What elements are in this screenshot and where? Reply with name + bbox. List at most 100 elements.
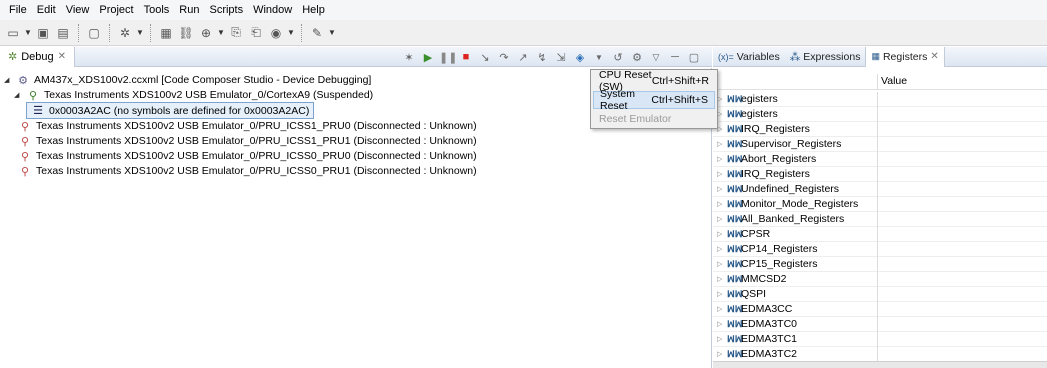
register-row[interactable]: ▷ ꟽꟽ IRQ_Registers	[713, 167, 1047, 182]
collapsed-triangle-icon[interactable]: ▷	[717, 110, 727, 118]
collapsed-triangle-icon[interactable]: ▷	[717, 125, 727, 133]
debug-icon[interactable]: ✲	[116, 24, 134, 42]
menu-tools[interactable]: Tools	[139, 4, 175, 16]
new-icon[interactable]: ▭	[4, 24, 22, 42]
chevron-down-icon[interactable]: ▼	[591, 53, 607, 62]
assembly-step-icon[interactable]: ↯	[534, 51, 550, 64]
step-into-icon[interactable]: ↘	[477, 51, 493, 64]
register-row[interactable]: ▷ ꟽꟽ QSPI	[713, 287, 1047, 302]
register-row[interactable]: ▷ ꟽꟽ EDMA3TC2	[713, 347, 1047, 362]
register-row[interactable]: ▷ ꟽꟽ Undefined_Registers	[713, 182, 1047, 197]
collapsed-triangle-icon[interactable]: ▷	[717, 275, 727, 283]
column-divider[interactable]	[877, 74, 878, 90]
register-row[interactable]: ▷ ꟽꟽ EDMA3CC	[713, 302, 1047, 317]
chevron-down-icon[interactable]: ▼	[287, 24, 295, 42]
menu-view[interactable]: View	[61, 4, 95, 16]
collapsed-triangle-icon[interactable]: ▷	[717, 185, 727, 193]
minimize-icon[interactable]: ─	[667, 51, 683, 63]
collapsed-triangle-icon[interactable]: ▷	[717, 95, 727, 103]
horizontal-scrollbar[interactable]	[713, 361, 1047, 368]
link-icon[interactable]: ⛓	[177, 24, 195, 42]
menu-project[interactable]: Project	[94, 4, 138, 16]
register-row[interactable]: ▷ ꟽꟽ egisters	[713, 107, 1047, 122]
menu-item-system-reset[interactable]: System Reset Ctrl+Shift+S	[593, 88, 715, 112]
register-row[interactable]: ▷ ꟽꟽ IRQ_Registers	[713, 122, 1047, 137]
target-config-icon[interactable]: ▦	[157, 24, 175, 42]
suspend-icon[interactable]: ❚❚	[439, 51, 457, 64]
external-tool-icon[interactable]: ◉	[267, 24, 285, 42]
tree-node-pru[interactable]: ⚲ Texas Instruments XDS100v2 USB Emulato…	[18, 163, 477, 179]
register-row[interactable]: ▷ ꟽꟽ Supervisor_Registers	[713, 137, 1047, 152]
tree-node-pru[interactable]: ⚲ Texas Instruments XDS100v2 USB Emulato…	[18, 133, 477, 149]
tree-node-session[interactable]: ◢ ⚙ AM437x_XDS100v2.ccxml [Code Composer…	[4, 72, 371, 88]
menu-help[interactable]: Help	[297, 4, 330, 16]
register-row[interactable]: ▷ ꟽꟽ Abort_Registers	[713, 152, 1047, 167]
save-all-icon[interactable]: ▤	[54, 24, 72, 42]
chevron-down-icon[interactable]: ▼	[328, 24, 336, 42]
register-row[interactable]: ▷ ꟽꟽ All_Banked_Registers	[713, 212, 1047, 227]
tab-expressions[interactable]: ⁂ Expressions	[785, 47, 866, 67]
register-row[interactable]: ▷ ꟽꟽ CP14_Registers	[713, 242, 1047, 257]
maximize-icon[interactable]: ▢	[686, 51, 702, 64]
collapsed-triangle-icon[interactable]: ▷	[717, 320, 727, 328]
tab-registers[interactable]: ▦ Registers ✕	[865, 46, 945, 67]
register-row[interactable]: ▷ ꟽꟽ CPSR	[713, 227, 1047, 242]
tree-node-cortexa9[interactable]: ◢ ⚲ Texas Instruments XDS100v2 USB Emula…	[14, 87, 373, 103]
menu-file[interactable]: File	[4, 4, 32, 16]
register-row[interactable]: ▷ ꟽꟽ CP15_Registers	[713, 257, 1047, 272]
terminate-icon[interactable]: ■	[458, 51, 474, 63]
collapsed-triangle-icon[interactable]: ▷	[717, 215, 727, 223]
menu-scripts[interactable]: Scripts	[204, 4, 248, 16]
flash-icon[interactable]: ⊕	[197, 24, 215, 42]
collapsed-triangle-icon[interactable]: ▷	[717, 155, 727, 163]
open-terminal-icon[interactable]: ▢	[85, 24, 103, 42]
step-over-icon[interactable]: ↷	[496, 51, 512, 64]
register-row[interactable]: ▷ ꟽꟽ MMCSD2	[713, 272, 1047, 287]
collapsed-triangle-icon[interactable]: ▷	[717, 200, 727, 208]
chevron-down-icon[interactable]: ▼	[24, 24, 32, 42]
connect-target-icon[interactable]: ⚙	[629, 51, 645, 64]
step-return-icon[interactable]: ↗	[515, 51, 531, 64]
expanded-triangle-icon[interactable]: ◢	[14, 91, 22, 99]
tree-node-pru[interactable]: ⚲ Texas Instruments XDS100v2 USB Emulato…	[18, 118, 477, 134]
instruction-step-icon[interactable]: ⇲	[553, 51, 569, 64]
menu-edit[interactable]: Edit	[32, 4, 61, 16]
load-icon[interactable]: ⎘	[227, 24, 245, 42]
remove-all-terminated-icon[interactable]: ✶	[401, 51, 417, 64]
restart-icon[interactable]: ↺	[610, 51, 626, 64]
register-row[interactable]: ▷ ꟽꟽ EDMA3TC1	[713, 332, 1047, 347]
view-menu-icon[interactable]: ▽	[648, 52, 664, 63]
tab-variables[interactable]: (x)= Variables	[713, 47, 785, 67]
register-row[interactable]: ▷ ꟽꟽ Monitor_Mode_Registers	[713, 197, 1047, 212]
collapsed-triangle-icon[interactable]: ▷	[717, 260, 727, 268]
expanded-triangle-icon[interactable]: ◢	[4, 76, 12, 84]
close-icon[interactable]: ✕	[58, 51, 66, 62]
stack-frame-row[interactable]: ☰ 0x0003A2AC (no symbols are defined for…	[26, 102, 315, 119]
collapsed-triangle-icon[interactable]: ▷	[717, 230, 727, 238]
chevron-down-icon[interactable]: ▼	[217, 24, 225, 42]
collapsed-triangle-icon[interactable]: ▷	[717, 305, 727, 313]
save-icon[interactable]: ▣	[34, 24, 52, 42]
copy-icon[interactable]: ⎗	[247, 24, 265, 42]
close-icon[interactable]: ✕	[930, 51, 938, 62]
collapsed-triangle-icon[interactable]: ▷	[717, 290, 727, 298]
collapsed-triangle-icon[interactable]: ▷	[717, 350, 727, 358]
register-group-icon: ꟽꟽ	[727, 168, 743, 179]
column-divider	[877, 122, 878, 137]
register-row[interactable]: ▷ ꟽꟽ EDMA3TC0	[713, 317, 1047, 332]
value-column-header[interactable]: Value	[881, 75, 907, 87]
pin-icon[interactable]: ✎	[308, 24, 326, 42]
tree-node-pru[interactable]: ⚲ Texas Instruments XDS100v2 USB Emulato…	[18, 148, 477, 164]
collapsed-triangle-icon[interactable]: ▷	[717, 245, 727, 253]
reset-icon[interactable]: ◈	[572, 51, 588, 64]
collapsed-triangle-icon[interactable]: ▷	[717, 140, 727, 148]
register-row[interactable]: ▷ ꟽꟽ egisters	[713, 92, 1047, 107]
menu-run[interactable]: Run	[174, 4, 204, 16]
chevron-down-icon[interactable]: ▼	[136, 24, 144, 42]
menu-item-reset-emulator[interactable]: Reset Emulator	[593, 110, 715, 128]
resume-icon[interactable]: ▶	[420, 51, 436, 64]
collapsed-triangle-icon[interactable]: ▷	[717, 170, 727, 178]
collapsed-triangle-icon[interactable]: ▷	[717, 335, 727, 343]
menu-window[interactable]: Window	[248, 4, 297, 16]
tab-debug[interactable]: ✲ Debug ✕	[0, 46, 76, 67]
